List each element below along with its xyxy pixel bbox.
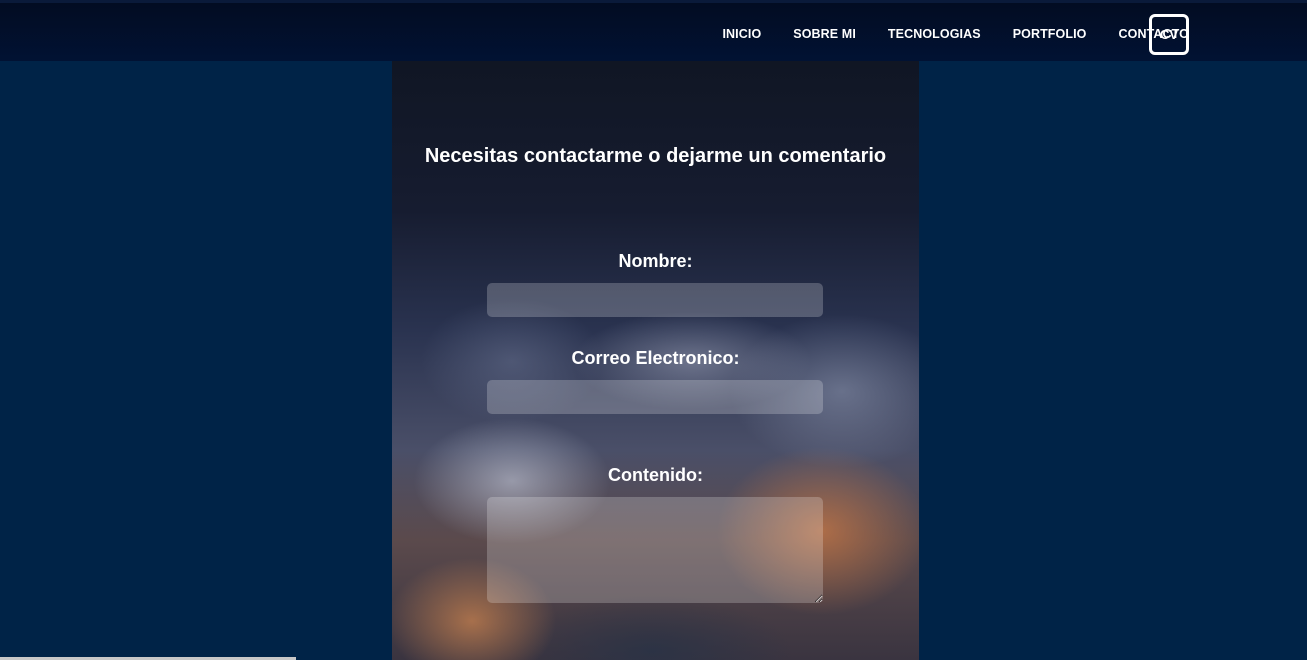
- nav-link-inicio[interactable]: INICIO: [722, 27, 761, 41]
- contact-form-title: Necesitas contactarme o dejarme un comen…: [424, 145, 887, 167]
- window-edge: [1307, 0, 1315, 660]
- cv-button[interactable]: CV: [1149, 14, 1189, 55]
- email-label: Correo Electronico:: [571, 348, 740, 368]
- name-label: Nombre:: [618, 251, 693, 271]
- nav-link-sobre-mi[interactable]: SOBRE MI: [793, 27, 856, 41]
- content-textarea[interactable]: [487, 497, 823, 603]
- name-field[interactable]: [487, 283, 823, 317]
- email-field[interactable]: [487, 380, 823, 414]
- content-label: Contenido:: [608, 465, 703, 485]
- nav-link-tecnologias[interactable]: TECNOLOGIAS: [888, 27, 981, 41]
- nav-links: INICIO SOBRE MI TECNOLOGIAS PORTFOLIO CO…: [722, 3, 1189, 64]
- contact-form-panel: Necesitas contactarme o dejarme un comen…: [392, 61, 919, 660]
- navbar: INICIO SOBRE MI TECNOLOGIAS PORTFOLIO CO…: [0, 0, 1307, 61]
- nav-link-portfolio[interactable]: PORTFOLIO: [1013, 27, 1087, 41]
